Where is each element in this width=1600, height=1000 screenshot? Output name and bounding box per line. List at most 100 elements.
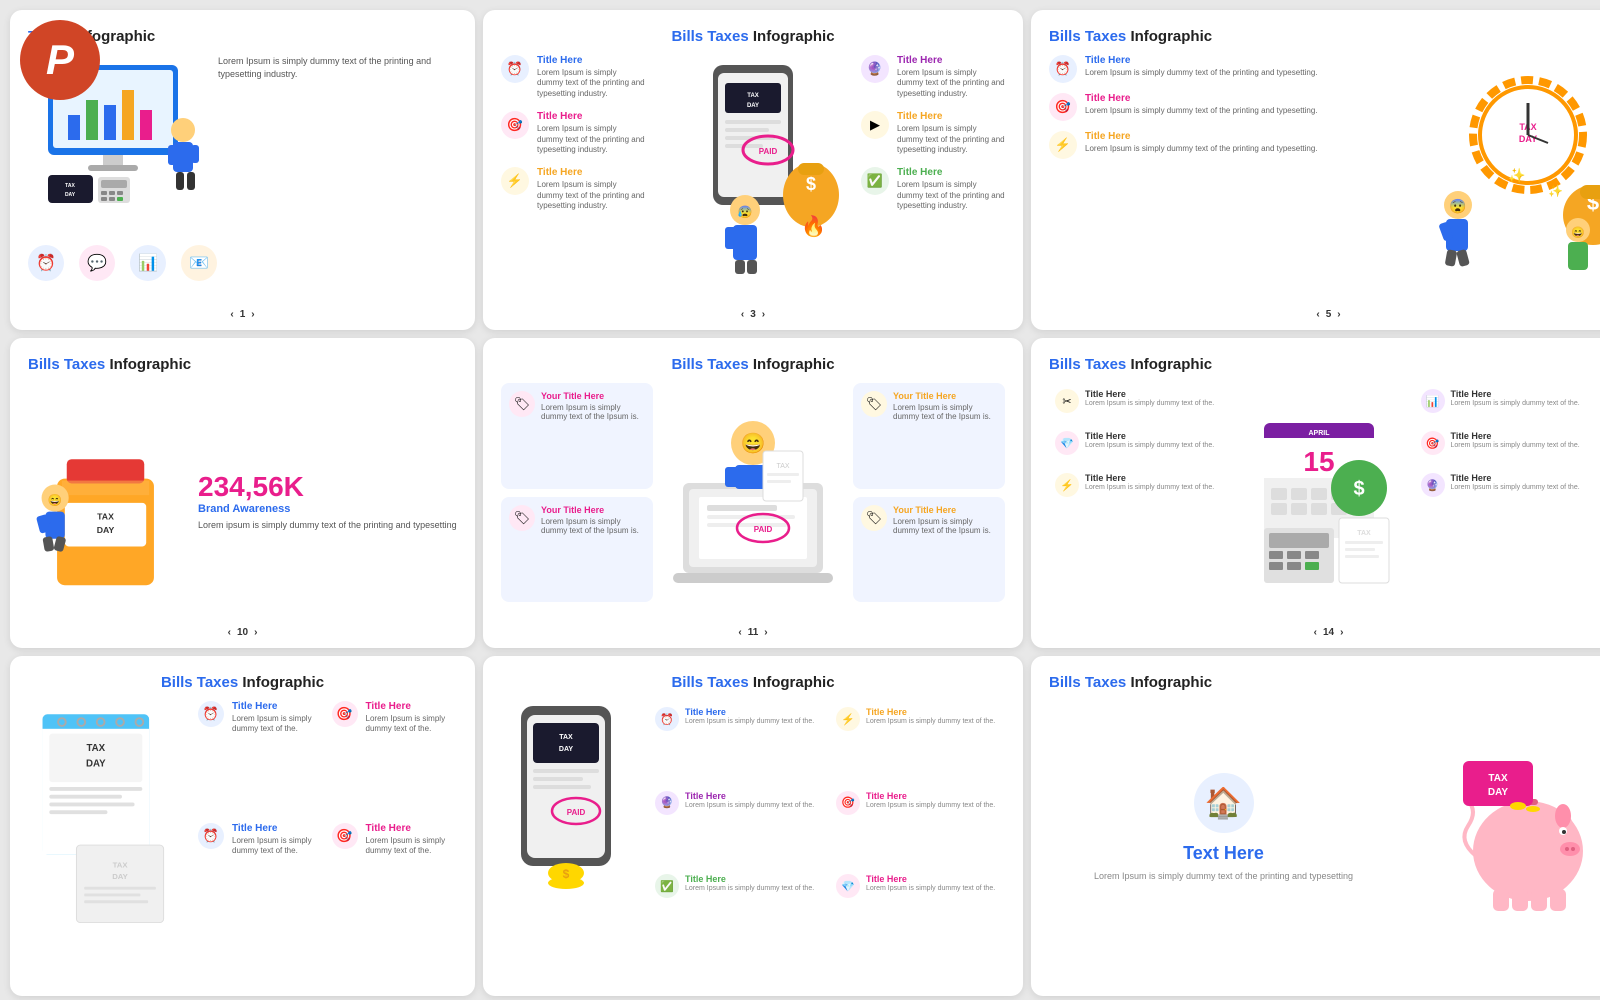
sb2-text-4: Title Here Lorem Ipsum is simply dummy t…: [866, 791, 995, 810]
svg-text:TAX: TAX: [113, 860, 129, 869]
s11-icon-4: 🏷: [861, 505, 887, 531]
sb2-title-1: Title Here: [685, 707, 814, 717]
sb2-body-4: Lorem Ipsum is simply dummy text of the.: [866, 801, 995, 810]
svg-text:DAY: DAY: [112, 872, 128, 881]
svg-text:TAX: TAX: [1357, 530, 1371, 537]
s14-l3-body: Lorem Ipsum is simply dummy text of the.: [1085, 483, 1214, 492]
page-num-3: 3: [750, 309, 756, 320]
sb2-icon-2: ⚡: [836, 707, 860, 731]
slide-11-right: 🏷 Your Title Here Lorem Ipsum is simply …: [853, 383, 1005, 602]
slide-10-page: ‹10›: [228, 627, 258, 638]
sb2-text-1: Title Here Lorem Ipsum is simply dummy t…: [685, 707, 814, 726]
slide-10-title-dark: Infographic: [109, 356, 191, 373]
s14-r2-body: Lorem Ipsum is simply dummy text of the.: [1451, 441, 1580, 450]
text-here-label: Text Here: [1183, 843, 1264, 864]
svg-text:TAX: TAX: [747, 93, 759, 99]
s14-l3-text: Title Here Lorem Ipsum is simply dummy t…: [1085, 473, 1214, 492]
s11-text-1: Your Title Here Lorem Ipsum is simply du…: [541, 391, 645, 421]
sb2-title-4: Title Here: [866, 791, 995, 801]
sb2-item-2: ⚡ Title Here Lorem Ipsum is simply dummy…: [830, 701, 1005, 779]
s11-item-2: 🏷 Your Title Here Lorem Ipsum is simply …: [853, 383, 1005, 489]
s5-item-2: 🎯 Title Here Lorem Ipsum is simply dummy…: [1049, 93, 1398, 121]
sb1-body-2: Lorem Ipsum is simply dummy text of the.: [366, 714, 458, 735]
s14-l1-body: Lorem Ipsum is simply dummy text of the.: [1085, 399, 1214, 408]
slide-11-left: 🏷 Your Title Here Lorem Ipsum is simply …: [501, 383, 653, 602]
sb2-icon-3: 🔮: [655, 791, 679, 815]
s14-r3-icon: 🔮: [1421, 473, 1445, 497]
house-icon: 🏠: [1194, 773, 1254, 833]
sb1-title-3: Title Here: [232, 823, 324, 834]
s5-text-3: Title Here Lorem Ipsum is simply dummy t…: [1085, 131, 1318, 154]
s14-r1-icon: 📊: [1421, 389, 1445, 413]
slide-b1-title-dark: Infographic: [242, 674, 324, 691]
s5-text-1: Title Here Lorem Ipsum is simply dummy t…: [1085, 55, 1318, 78]
icon-play: ▶: [861, 111, 889, 139]
slide-11-title-dark: Infographic: [753, 356, 835, 373]
s11-item-3: 🏷 Your Title Here Lorem Ipsum is simply …: [501, 497, 653, 603]
sb2-body-6: Lorem Ipsum is simply dummy text of the.: [866, 884, 995, 893]
slide-b3-title-dark: Infographic: [1130, 674, 1212, 691]
slide-10-left: TAX DAY 😄: [28, 398, 188, 603]
svg-text:DAY: DAY: [747, 103, 759, 109]
slide-3-item-1: ⏰ Title Here Lorem Ipsum is simply dummy…: [501, 55, 645, 99]
s11-text-3: Your Title Here Lorem Ipsum is simply du…: [541, 505, 645, 535]
s5-icon-3: ⚡: [1049, 131, 1077, 159]
s14-r2-icon: 🎯: [1421, 431, 1445, 455]
s5-title-1: Title Here: [1085, 55, 1318, 66]
svg-text:✨: ✨: [1508, 167, 1525, 183]
slide-14-page: ‹14›: [1314, 627, 1344, 638]
sb2-icon-5: ✅: [655, 874, 679, 898]
slide-3-title-blue: Bills Taxes: [671, 28, 748, 45]
slide-b1-right: ⏰ Title Here Lorem Ipsum is simply dummy…: [198, 701, 457, 936]
sb1-icon-3: ⏰: [198, 823, 224, 849]
slide-3-ritem-1-text: Title Here Lorem Ipsum is simply dummy t…: [897, 55, 1005, 99]
svg-text:😄: 😄: [1571, 226, 1585, 239]
svg-text:😨: 😨: [1449, 198, 1466, 214]
slide-3-ritem-3: ✅ Title Here Lorem Ipsum is simply dummy…: [861, 167, 1005, 211]
slide-14-center: APRIL 15 $ TAX: [1249, 383, 1409, 608]
svg-text:$: $: [1353, 478, 1364, 500]
s5-body-1: Lorem Ipsum is simply dummy text of the …: [1085, 68, 1318, 78]
slides-grid: Taxes Infographic: [0, 0, 1600, 970]
slide-11: Bills Taxes Infographic 🏷 Your Title Her…: [483, 338, 1023, 648]
s11-icon-3: 🏷: [509, 505, 535, 531]
sb2-body-2: Lorem Ipsum is simply dummy text of the.: [866, 717, 995, 726]
item-3-title: Title Here: [537, 167, 645, 178]
svg-text:DAY: DAY: [1488, 787, 1509, 798]
sb1-item-2: 🎯 Title Here Lorem Ipsum is simply dummy…: [332, 701, 458, 815]
slide-10-right: 234,56K Brand Awareness Lorem ipsum is s…: [198, 471, 457, 530]
sb2-icon-1: ⏰: [655, 707, 679, 731]
slide-3-content: ⏰ Title Here Lorem Ipsum is simply dummy…: [501, 55, 1005, 275]
powerpoint-logo: P: [20, 20, 100, 100]
slide-3-title-dark: Infographic: [753, 28, 835, 45]
sb2-title-5: Title Here: [685, 874, 814, 884]
sb2-item-1: ⏰ Title Here Lorem Ipsum is simply dummy…: [649, 701, 824, 779]
slide-b2-title-dark: Infographic: [753, 674, 835, 691]
brand-text: Lorem ipsum is simply dummy text of the …: [198, 520, 457, 530]
slide-11-title: Bills Taxes Infographic: [501, 356, 1005, 373]
slide-11-svg: PAID 😄 TAX: [663, 393, 843, 593]
svg-text:😰: 😰: [738, 205, 753, 219]
slide-3: Bills Taxes Infographic ⏰ Title Here Lor…: [483, 10, 1023, 330]
slide-14: Bills Taxes Infographic ✂ Title Here Lor…: [1031, 338, 1600, 648]
sb1-item-3: ⏰ Title Here Lorem Ipsum is simply dummy…: [198, 823, 324, 937]
svg-text:PAID: PAID: [754, 525, 773, 534]
slide-b2-title: Bills Taxes Infographic: [501, 674, 1005, 691]
sb2-body-3: Lorem Ipsum is simply dummy text of the.: [685, 801, 814, 810]
sb2-item-6: 💎 Title Here Lorem Ipsum is simply dummy…: [830, 868, 1005, 946]
s5-text-2: Title Here Lorem Ipsum is simply dummy t…: [1085, 93, 1318, 116]
slide-14-content: ✂ Title Here Lorem Ipsum is simply dummy…: [1049, 383, 1600, 608]
ppt-letter: P: [46, 36, 74, 84]
sb1-item-1: ⏰ Title Here Lorem Ipsum is simply dummy…: [198, 701, 324, 815]
slide-5-title: Bills Taxes Infographic: [1049, 28, 1600, 45]
s14-r1: 📊 Title Here Lorem Ipsum is simply dummy…: [1415, 383, 1600, 419]
svg-text:🔥: 🔥: [801, 214, 826, 238]
sb2-icon-6: 💎: [836, 874, 860, 898]
slide-14-title-dark: Infographic: [1130, 356, 1212, 373]
slide-1-icons-row: ⏰ 💬 📊 📧: [28, 245, 457, 281]
icon-clock: ⏰: [28, 245, 64, 281]
sb1-title-4: Title Here: [366, 823, 458, 834]
sb1-text-1: Title Here Lorem Ipsum is simply dummy t…: [232, 701, 324, 735]
s5-title-3: Title Here: [1085, 131, 1318, 142]
s14-l2-title: Title Here: [1085, 431, 1214, 441]
